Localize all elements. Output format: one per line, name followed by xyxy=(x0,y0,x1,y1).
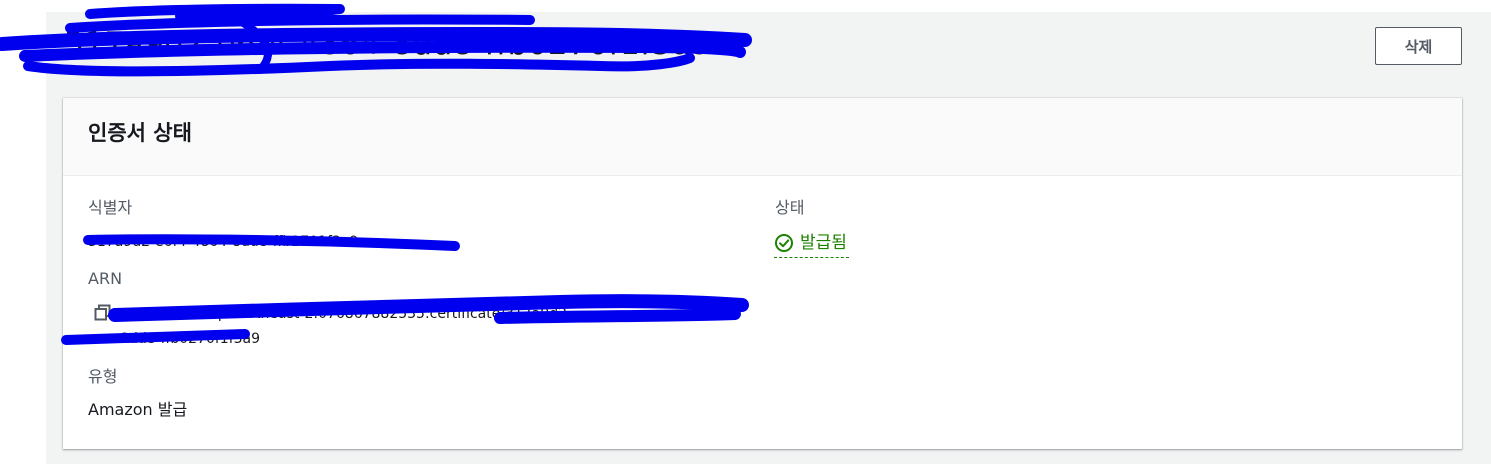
arn-value-line1: arn:aws:acm:ap-northeast-2:076867882535:… xyxy=(115,306,568,322)
page-title: 317a9d2-e6f4-4864-8dd8-ffb0270f1f3a9 xyxy=(64,26,712,62)
check-circle-icon xyxy=(775,234,793,252)
identifier-value: 317a9d2-e6f4-4864-8dd8-ffb2701f3a9 xyxy=(88,234,359,250)
copy-icon[interactable] xyxy=(93,303,113,323)
panel-title: 인증서 상태 xyxy=(88,121,192,145)
status-badge[interactable]: 발급됨 xyxy=(774,229,849,258)
arn-value-line2: -8dd8-ffb0270f1f3a9 xyxy=(115,331,261,347)
delete-button[interactable]: 삭제 xyxy=(1375,27,1462,65)
identifier-label: 식별자 xyxy=(88,198,133,217)
status-label: 상태 xyxy=(775,198,805,217)
certificate-status-panel: 인증서 상태 식별자 317a9d2-e6f4-4864-8dd8-ffb270… xyxy=(63,98,1462,449)
arn-label: ARN xyxy=(88,269,123,288)
type-value: Amazon 발급 xyxy=(88,400,188,419)
status-value: 발급됨 xyxy=(800,233,847,253)
panel-header: 인증서 상태 xyxy=(63,98,1462,176)
type-label: 유형 xyxy=(88,367,118,386)
